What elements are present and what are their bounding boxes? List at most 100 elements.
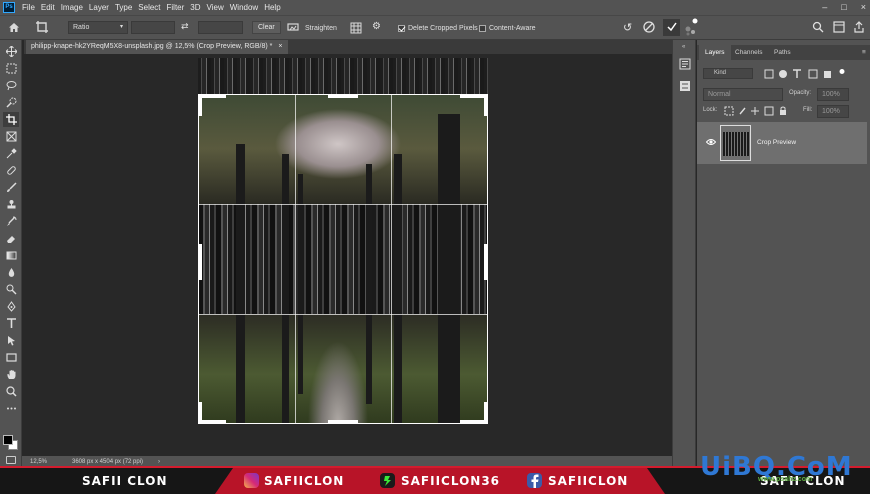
tab-paths[interactable]: Paths <box>768 45 797 60</box>
ratio-select[interactable]: Ratio ▾ <box>68 21 128 34</box>
sample-dots-icon <box>684 18 700 39</box>
lasso-tool-icon[interactable] <box>3 78 19 93</box>
commit-crop-icon[interactable] <box>663 19 680 36</box>
brush-tool-icon[interactable] <box>3 180 19 195</box>
eraser-tool-icon[interactable] <box>3 231 19 246</box>
path-selection-tool-icon[interactable] <box>3 333 19 348</box>
visibility-eye-icon[interactable] <box>705 138 717 148</box>
menu-type[interactable]: Type <box>112 0 135 15</box>
collapse-arrows-icon[interactable]: « <box>682 44 685 50</box>
workspace-icon[interactable] <box>833 21 845 36</box>
panel-menu-icon[interactable]: ≡ <box>856 45 870 60</box>
hand-tool-icon[interactable] <box>3 367 19 382</box>
crop-handle-left[interactable] <box>198 244 202 280</box>
straighten-label[interactable]: Straighten <box>305 16 337 40</box>
tools-panel <box>0 40 22 466</box>
history-brush-tool-icon[interactable] <box>3 214 19 229</box>
banner-left-name: SAFII CLON <box>82 474 168 488</box>
foreground-color-swatch[interactable] <box>3 435 13 445</box>
menu-select[interactable]: Select <box>135 0 163 15</box>
close-window-button[interactable]: × <box>861 0 866 15</box>
more-tools-icon[interactable] <box>3 401 19 416</box>
menu-filter[interactable]: Filter <box>164 0 188 15</box>
blur-tool-icon[interactable] <box>3 265 19 280</box>
marquee-tool-icon[interactable] <box>3 61 19 76</box>
menu-file[interactable]: File <box>19 0 38 15</box>
maximize-button[interactable]: □ <box>841 0 846 15</box>
crop-tool-icon[interactable] <box>3 112 19 127</box>
layer-name[interactable]: Crop Preview <box>757 139 796 146</box>
move-tool-icon[interactable] <box>3 44 19 59</box>
banner-tiktok-handle: SAFIICLON36 <box>401 474 501 488</box>
clear-button[interactable]: Clear <box>252 21 281 34</box>
properties-panel-icon[interactable] <box>679 80 691 92</box>
history-panel-icon[interactable] <box>679 58 691 70</box>
crop-handle-right[interactable] <box>484 244 488 280</box>
layer-row[interactable]: Crop Preview <box>697 122 867 164</box>
eyedropper-tool-icon[interactable] <box>3 146 19 161</box>
search-icon[interactable] <box>812 21 824 36</box>
quick-mask-icon[interactable] <box>6 456 16 464</box>
content-aware-checkbox[interactable] <box>479 24 486 32</box>
crop-handle-top-left[interactable] <box>198 94 226 98</box>
ratio-width-input[interactable] <box>131 21 175 34</box>
reset-icon[interactable]: ↺ <box>623 21 632 34</box>
home-icon[interactable] <box>8 22 20 36</box>
blend-mode-select[interactable]: Normal <box>703 88 783 101</box>
kind-label: Kind <box>714 70 727 76</box>
crop-handle-top-left[interactable] <box>198 94 202 116</box>
menu-help[interactable]: Help <box>261 0 283 15</box>
crop-frame[interactable] <box>198 94 488 424</box>
quick-selection-tool-icon[interactable] <box>3 95 19 110</box>
lock-icons[interactable] <box>724 106 788 116</box>
zoom-tool-icon[interactable] <box>3 384 19 399</box>
rectangle-tool-icon[interactable] <box>3 350 19 365</box>
dodge-tool-icon[interactable] <box>3 282 19 297</box>
minimize-button[interactable]: – <box>822 0 827 15</box>
pen-tool-icon[interactable] <box>3 299 19 314</box>
document-tab-bar: philipp-knape-hk2YReqM5X8-unsplash.jpg @… <box>24 40 672 54</box>
content-aware-option[interactable]: Content-Aware <box>479 16 536 40</box>
tiktok-icon <box>380 473 395 488</box>
tab-layers[interactable]: Layers <box>699 45 731 60</box>
crop-handle-bottom-left[interactable] <box>198 420 226 424</box>
crop-handle-bottom[interactable] <box>328 420 358 424</box>
grid-overlay-icon[interactable] <box>350 22 362 37</box>
delete-cropped-checkbox[interactable] <box>398 24 405 32</box>
banner-facebook-handle: SAFIICLON <box>548 474 629 488</box>
opacity-input[interactable]: 100% <box>817 88 849 101</box>
menu-3d[interactable]: 3D <box>187 0 203 15</box>
document-tab[interactable]: philipp-knape-hk2YReqM5X8-unsplash.jpg @… <box>26 40 289 54</box>
document-image[interactable] <box>198 58 488 426</box>
crop-handle-top[interactable] <box>328 94 358 98</box>
fill-input[interactable]: 100% <box>817 105 849 118</box>
crop-tool-preset-icon[interactable] <box>35 20 49 37</box>
menu-window[interactable]: Window <box>227 0 261 15</box>
type-tool-icon[interactable] <box>3 316 19 331</box>
content-aware-label: Content-Aware <box>489 24 536 32</box>
menu-layer[interactable]: Layer <box>86 0 112 15</box>
crop-handle-bottom-left[interactable] <box>198 402 202 424</box>
crop-handle-top-right[interactable] <box>484 94 488 116</box>
menu-image[interactable]: Image <box>58 0 86 15</box>
share-icon[interactable] <box>853 21 865 36</box>
straighten-icon[interactable] <box>287 22 299 35</box>
menu-view[interactable]: View <box>204 0 227 15</box>
canvas-area[interactable] <box>22 54 662 456</box>
tab-channels[interactable]: Channels <box>729 45 768 60</box>
crop-handle-bottom-right[interactable] <box>484 402 488 424</box>
gradient-tool-icon[interactable] <box>3 248 19 263</box>
layer-kind-filter[interactable]: Kind <box>703 68 753 79</box>
frame-tool-icon[interactable] <box>3 129 19 144</box>
facebook-icon <box>527 473 542 488</box>
clone-stamp-tool-icon[interactable] <box>3 197 19 212</box>
menu-edit[interactable]: Edit <box>38 0 58 15</box>
cancel-crop-icon[interactable] <box>643 21 655 36</box>
ratio-height-input[interactable] <box>198 21 243 34</box>
close-document-icon[interactable]: × <box>278 43 282 50</box>
gear-icon[interactable]: ⚙ <box>372 21 381 32</box>
healing-brush-tool-icon[interactable] <box>3 163 19 178</box>
swap-icon[interactable]: ⇄ <box>181 21 189 32</box>
panel-tabs: Layers Channels Paths ≡ <box>697 45 870 60</box>
delete-cropped-pixels-option[interactable]: Delete Cropped Pixels <box>398 16 478 40</box>
